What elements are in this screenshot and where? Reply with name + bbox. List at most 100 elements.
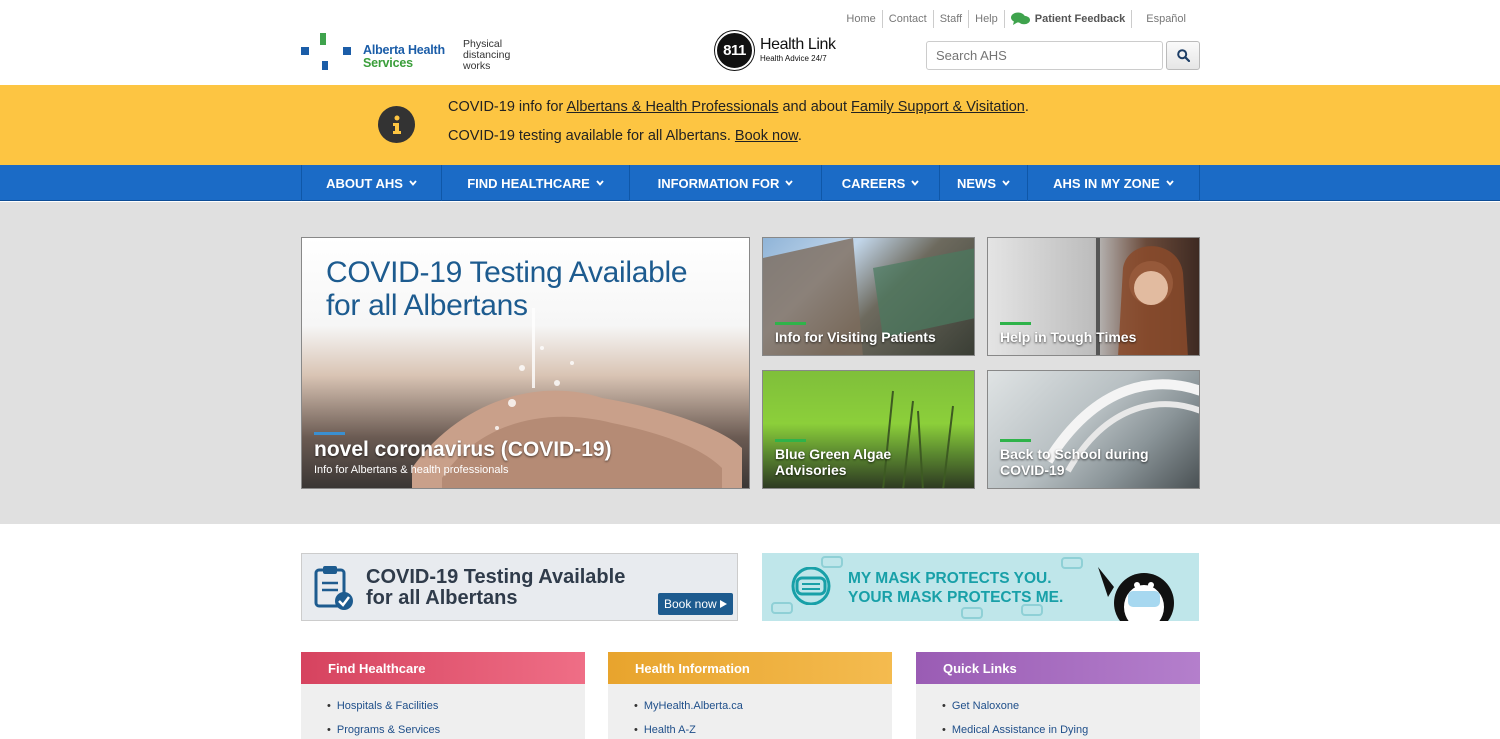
back-to-school-tile[interactable]: Back to School during COVID-19 [987,370,1200,489]
quick-links-box: Quick Links Get Naloxone Medical Assista… [916,652,1200,739]
accent-bar [775,439,806,442]
tile-caption: Blue Green Algae Advisories [775,446,891,478]
find-healthcare-box: Find Healthcare Hospitals & Facilities P… [301,652,585,739]
distancing-line-3: works [463,60,491,72]
hero-title-line-1: COVID-19 Testing Available [326,256,688,289]
health-link-811-badge: 811 [715,31,754,70]
list-item[interactable]: Medical Assistance in Dying [942,718,1200,739]
chevron-down-icon [1002,180,1010,186]
health-link-title: Health Link [760,35,836,53]
tile-caption-line-1: Back to School during [1000,446,1149,462]
chevron-down-icon [1166,180,1174,186]
play-arrow-icon [720,600,728,608]
alert-line-1: COVID-19 info for Albertans & Health Pro… [448,99,1029,115]
nav-find-healthcare[interactable]: Find Healthcare [442,165,630,201]
alert-text: . [797,128,802,144]
nav-label: News [957,175,996,191]
hero-band [0,202,1500,524]
alert-text: COVID-19 info for [448,99,567,115]
contact-link[interactable]: Contact [883,10,933,28]
accent-bar [314,432,345,435]
covid-alert-banner [0,85,1500,165]
hero-title-line-2: for all Albertans [326,289,528,322]
accent-bar [775,322,806,325]
info-icon [378,106,415,143]
list-item[interactable]: Programs & Services [327,718,585,739]
chevron-down-icon [785,180,794,186]
tile-caption-line-2: Advisories [775,462,847,478]
distancing-message: Physical distancing works [463,39,510,72]
hero-title: COVID-19 Testing Available for all Alber… [326,256,688,322]
hero-subcaption: Info for Albertans & health professional… [314,464,509,476]
patient-feedback-link[interactable]: Patient Feedback [1005,10,1131,28]
espanol-link[interactable]: Español [1132,10,1192,28]
clipboard-check-icon [314,566,353,610]
alert-text: and about [778,99,852,115]
chat-bubbles-icon [1010,12,1030,25]
book-now-link[interactable]: Book now [735,128,798,144]
covid-testing-promo[interactable]: COVID-19 Testing Available for all Alber… [301,553,738,621]
nav-news[interactable]: News [940,165,1028,201]
tough-times-tile[interactable]: Help in Tough Times [987,237,1200,356]
logo-line-2: Services [363,56,413,70]
list-item[interactable]: MyHealth.Alberta.ca [634,694,892,718]
algae-tile[interactable]: Blue Green Algae Advisories [762,370,975,489]
main-nav: About AHS Find Healthcare Information Fo… [0,165,1500,201]
alert-text: COVID-19 testing available for all Alber… [448,128,735,144]
chevron-down-icon [409,180,417,186]
mask-promo-text: MY MASK PROTECTS YOU. YOUR MASK PROTECTS… [848,569,1063,607]
health-link-logo[interactable]: 811 Health Link Health Advice 24/7 [715,31,836,70]
health-information-box: Health Information MyHealth.Alberta.ca H… [608,652,892,739]
albertans-health-professionals-link[interactable]: Albertans & Health Professionals [566,99,778,115]
tile-caption: Info for Visiting Patients [775,329,936,345]
search-icon [1176,49,1190,62]
patient-feedback-label: Patient Feedback [1034,13,1126,25]
search-input[interactable] [926,41,1163,70]
utility-nav: Home Contact Staff Help Patient Feedback… [840,10,1192,28]
mask-line-1: MY MASK PROTECTS YOU. [848,570,1052,587]
home-link[interactable]: Home [840,10,881,28]
visiting-patients-tile[interactable]: Info for Visiting Patients [762,237,975,356]
book-now-label: Book now [663,597,717,611]
list-item[interactable]: Hospitals & Facilities [327,694,585,718]
accent-bar [1000,322,1031,325]
nav-label: AHS in My Zone [1053,175,1160,191]
alert-line-2: COVID-19 testing available for all Alber… [448,128,802,144]
box-heading: Find Healthcare [301,652,585,684]
alert-text: . [1024,99,1029,115]
promo-title-line-2: for all Albertans [366,587,518,609]
nav-label: Careers [841,175,906,191]
nav-about-ahs[interactable]: About AHS [302,165,442,201]
mask-promo[interactable]: MY MASK PROTECTS YOU. YOUR MASK PROTECTS… [762,553,1199,621]
family-support-link[interactable]: Family Support & Visitation [851,99,1025,115]
list-item[interactable]: Get Naloxone [942,694,1200,718]
ahs-wordmark[interactable]: Alberta Health Services [363,44,445,70]
promo-title-line-1: COVID-19 Testing Available [366,566,626,588]
chevron-down-icon [596,180,604,186]
nav-label: About AHS [326,175,403,191]
hero-covid-tile[interactable]: COVID-19 Testing Available for all Alber… [301,237,750,489]
accent-bar [1000,439,1031,442]
box-heading: Health Information [608,652,892,684]
help-link[interactable]: Help [969,10,1004,28]
nav-careers[interactable]: Careers [822,165,940,201]
staff-link[interactable]: Staff [934,10,968,28]
list-item[interactable]: Health A-Z [634,718,892,739]
hero-caption: novel coronavirus (COVID-19) [314,438,612,461]
tile-caption-line-1: Blue Green Algae [775,446,892,462]
nav-ahs-in-my-zone[interactable]: AHS in My Zone [1028,165,1200,201]
face-mask-icon [791,567,831,605]
penguin-mascot-icon [1098,567,1174,621]
ahs-logo-icon[interactable] [300,32,352,72]
promo-title: COVID-19 Testing Available for all Alber… [366,567,625,609]
nav-label: Find Healthcare [467,175,590,191]
mask-line-2: YOUR MASK PROTECTS ME. [848,589,1064,606]
health-link-subtitle: Health Advice 24/7 [760,53,827,63]
book-now-button[interactable]: Book now [658,593,733,615]
box-heading: Quick Links [916,652,1200,684]
search-button[interactable] [1166,41,1200,70]
nav-label: Information For [657,175,780,191]
chevron-down-icon [911,180,919,186]
tile-caption: Help in Tough Times [1000,329,1137,345]
nav-information-for[interactable]: Information For [630,165,822,201]
